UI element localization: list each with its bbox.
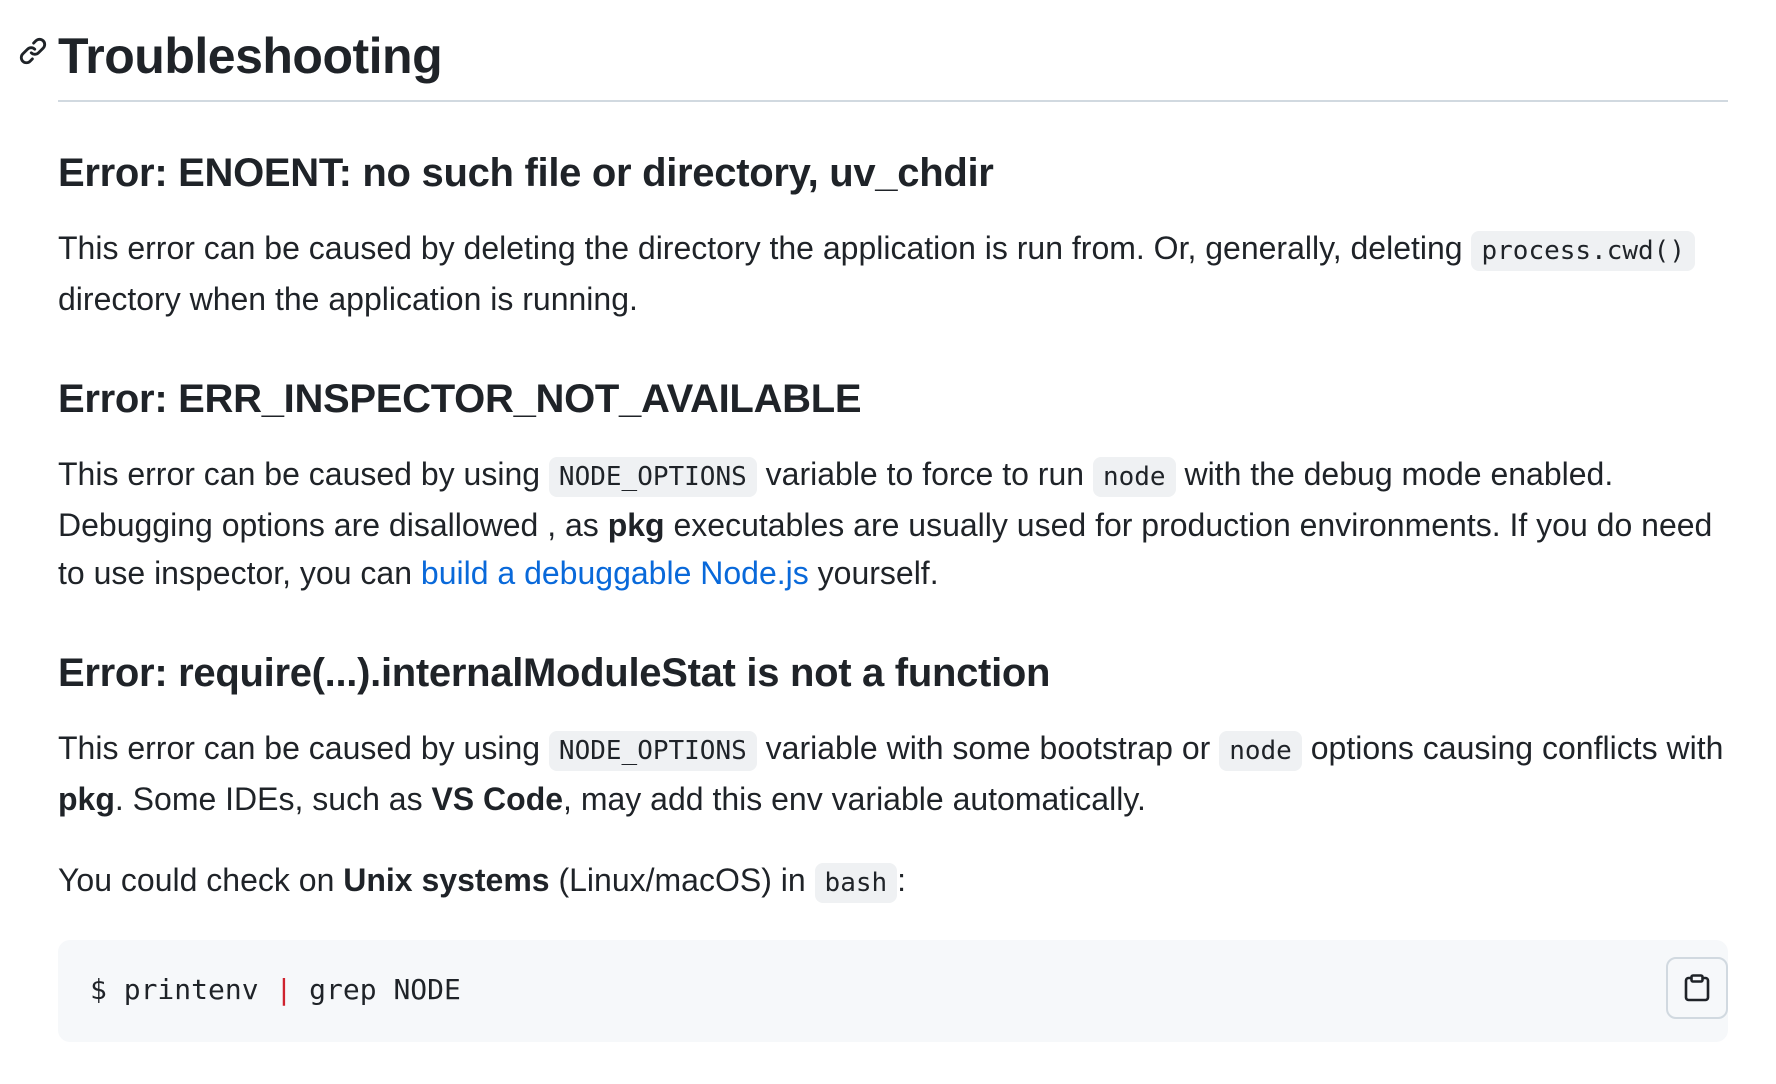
bold-pkg: pkg xyxy=(607,507,665,543)
section-heading-enoent: Error: ENOENT: no such file or directory… xyxy=(58,151,994,195)
section-paragraph-internal-module-stat: This error can be caused by using NODE_O… xyxy=(58,724,1728,823)
code-pipe-operator: | xyxy=(275,973,293,1006)
text-span: variable with some bootstrap or xyxy=(756,730,1220,766)
markdown-body: Troubleshooting Error: ENOENT: no such f… xyxy=(19,0,1728,1042)
code-command: grep NODE xyxy=(292,973,461,1006)
text-span: options causing conflicts with xyxy=(1301,730,1724,766)
text-span: This error can be caused by using xyxy=(58,730,549,766)
link-icon[interactable] xyxy=(18,36,48,66)
text-span: . Some IDEs, such as xyxy=(114,781,432,817)
section-paragraph-inspector: This error can be caused by using NODE_O… xyxy=(58,450,1728,597)
text-span: yourself. xyxy=(808,555,939,591)
text-span: This error can be caused by using xyxy=(58,456,549,492)
inline-code-node-options: NODE_OPTIONS xyxy=(548,731,757,771)
inline-code-node: node xyxy=(1219,731,1302,771)
copy-icon xyxy=(1684,974,1710,1002)
code-block: $ printenv | grep NODE xyxy=(58,940,1728,1042)
page-title: Troubleshooting xyxy=(58,28,443,84)
section-heading-internal-module-stat: Error: require(...).internalModuleStat i… xyxy=(58,651,1051,695)
inline-code-node: node xyxy=(1092,457,1176,497)
inline-code-node-options: NODE_OPTIONS xyxy=(548,457,757,497)
code-command: $ printenv xyxy=(90,973,276,1006)
text-span: : xyxy=(897,862,907,898)
inline-code-process-cwd: process.cwd() xyxy=(1471,231,1695,271)
text-span: , may add this env variable automaticall… xyxy=(563,781,1146,817)
bold-pkg: pkg xyxy=(58,781,115,817)
text-span: (Linux/macOS) in xyxy=(549,862,815,898)
section-paragraph-unix-check: You could check on Unix systems (Linux/m… xyxy=(58,856,1728,907)
text-span: You could check on xyxy=(58,862,344,898)
copy-button[interactable] xyxy=(1666,957,1728,1019)
bold-vs-code: VS Code xyxy=(431,781,564,817)
text-span: variable to force to run xyxy=(756,456,1093,492)
text-span: directory when the application is runnin… xyxy=(58,281,638,317)
section-heading-inspector: Error: ERR_INSPECTOR_NOT_AVAILABLE xyxy=(58,377,862,421)
troubleshooting-heading-container: Troubleshooting xyxy=(19,0,1728,102)
build-debuggable-node-link[interactable]: build a debuggable Node.js xyxy=(421,555,809,591)
section-paragraph-enoent: This error can be caused by deleting the… xyxy=(58,224,1728,323)
markdown-page: Troubleshooting Error: ENOENT: no such f… xyxy=(0,0,1776,1084)
bold-unix-systems: Unix systems xyxy=(343,862,550,898)
code-line[interactable]: $ printenv | grep NODE xyxy=(90,966,461,1014)
inline-code-bash: bash xyxy=(814,863,898,903)
text-span: This error can be caused by deleting the… xyxy=(58,230,1472,266)
